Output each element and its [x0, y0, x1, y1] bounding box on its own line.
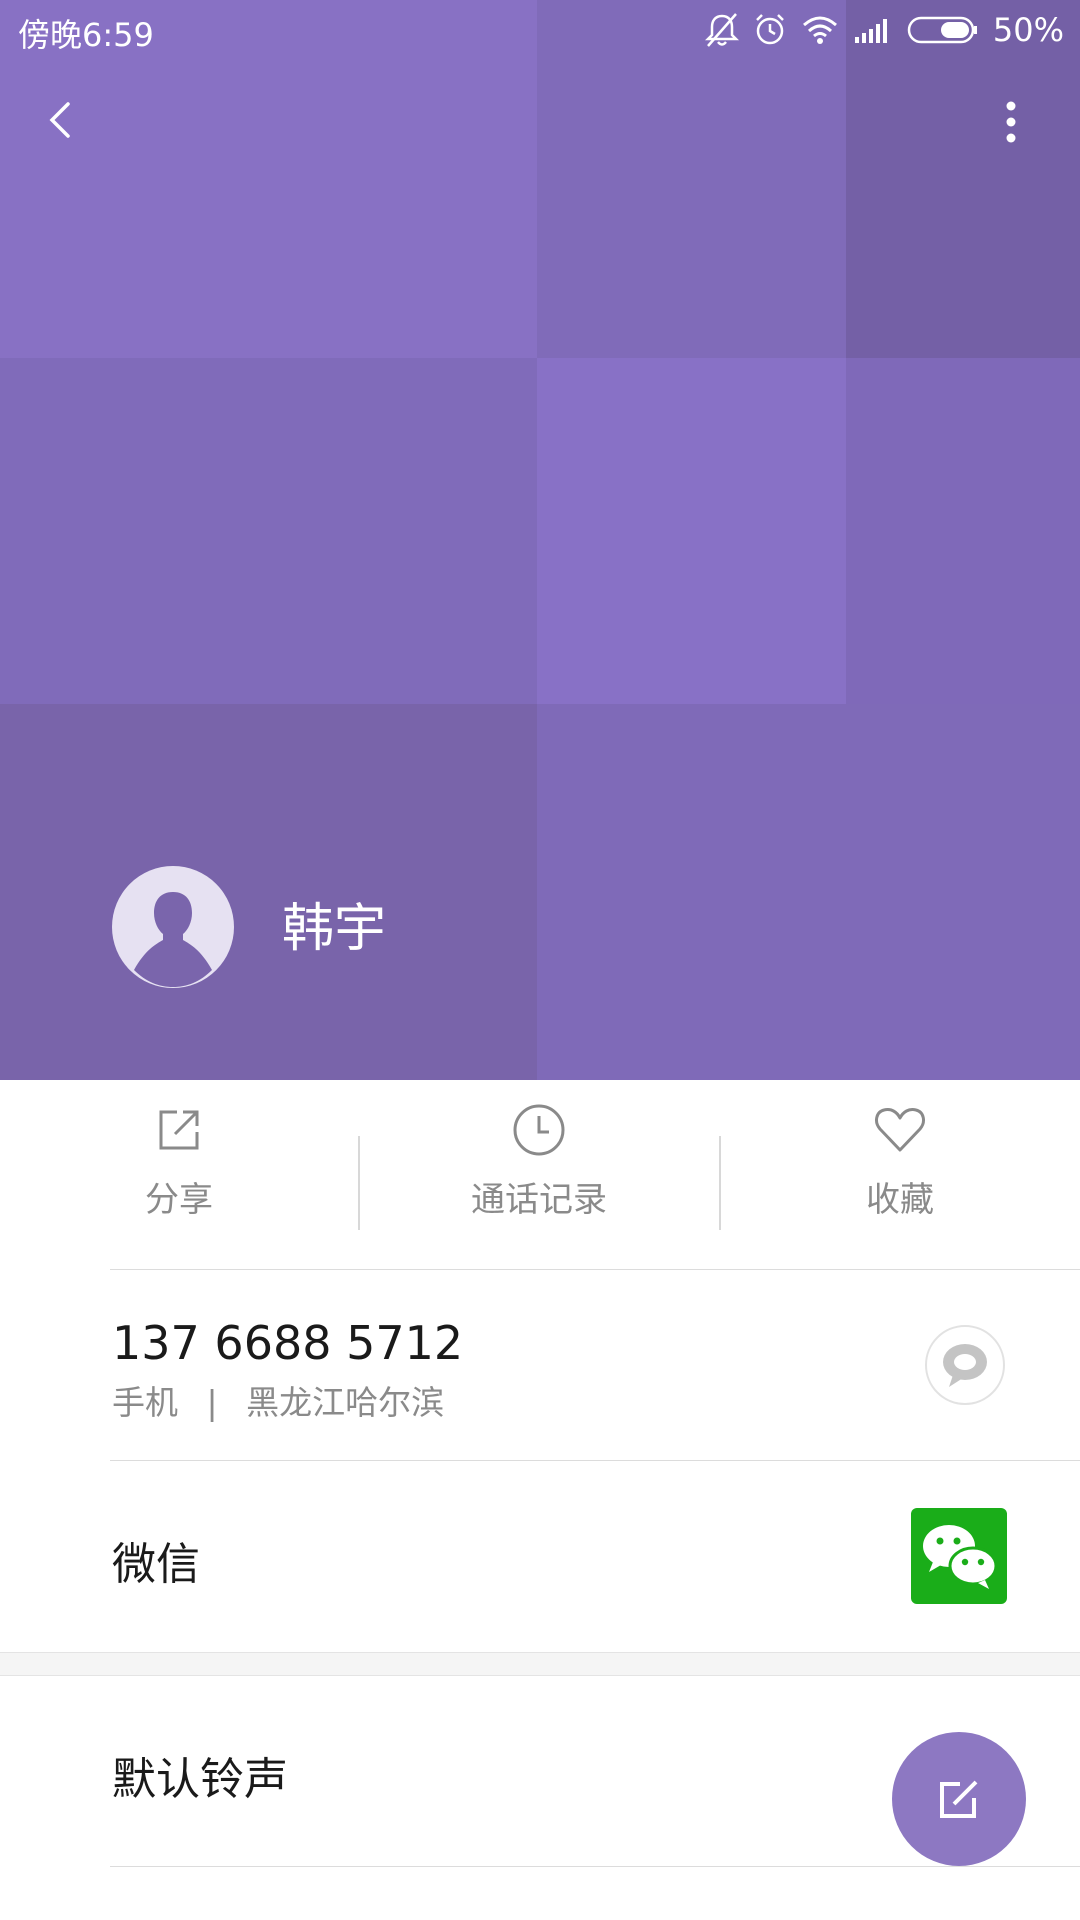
status-bar: 傍晚6:59 50% [0, 0, 1080, 60]
ringtone-label[interactable]: 默认铃声 [112, 1743, 288, 1807]
wechat-button[interactable] [911, 1508, 1007, 1604]
contact-actions: 分享 通话记录 收藏 [0, 1080, 1080, 1270]
share-icon [159, 1110, 199, 1150]
header-mosaic-tile [0, 704, 537, 1080]
back-arrow-icon [49, 102, 70, 138]
clock-icon [513, 1104, 565, 1156]
battery-icon [907, 16, 977, 44]
share-label: 分享 [145, 1180, 213, 1220]
more-options-button[interactable] [980, 90, 1040, 150]
divider [110, 1866, 1080, 1867]
contact-header: 傍晚6:59 50% 韩宇 [0, 0, 1080, 1080]
wechat-icon [923, 1525, 998, 1589]
status-time: 傍晚6:59 [18, 16, 154, 54]
call-log-button[interactable]: 通话记录 [389, 1102, 689, 1252]
header-mosaic-tile [537, 358, 846, 704]
phone-meta: 手机 | 黑龙江哈尔滨 [112, 1376, 444, 1424]
heart-icon [875, 1108, 925, 1152]
alarm-icon [755, 14, 784, 45]
signal-icon [854, 19, 887, 43]
header-mosaic-tile [537, 704, 1080, 1080]
message-bubble-icon [943, 1344, 987, 1387]
phone-location: 黑龙江哈尔滨 [246, 1383, 445, 1422]
call-log-label: 通话记录 [471, 1180, 607, 1220]
action-divider [719, 1136, 721, 1230]
header-mosaic-tile [0, 358, 537, 704]
divider [110, 1269, 1080, 1270]
share-button[interactable]: 分享 [29, 1102, 329, 1252]
wechat-label[interactable]: 微信 [112, 1528, 200, 1592]
person-silhouette-icon [134, 892, 212, 987]
status-icons: 50% [704, 8, 1064, 52]
battery-percent: 50% [992, 11, 1064, 49]
header-mosaic-tile [846, 358, 1080, 704]
favorite-button[interactable]: 收藏 [750, 1102, 1050, 1252]
phone-type: 手机 [112, 1383, 178, 1422]
divider [110, 1460, 1080, 1461]
contact-name: 韩宇 [282, 899, 387, 959]
edit-contact-button[interactable] [892, 1732, 1026, 1866]
send-message-button[interactable] [925, 1325, 1005, 1405]
favorite-label: 收藏 [866, 1180, 934, 1220]
more-vert-icon [1006, 101, 1016, 143]
section-gap [0, 1652, 1080, 1676]
phone-meta-separator: | [206, 1383, 218, 1422]
avatar[interactable] [112, 866, 234, 988]
wifi-icon [802, 16, 837, 44]
action-divider [358, 1136, 360, 1230]
phone-number: 137 6688 5712 [112, 1316, 464, 1370]
back-button[interactable] [30, 90, 90, 150]
edit-icon [940, 1780, 978, 1818]
mute-bell-icon [704, 13, 739, 47]
